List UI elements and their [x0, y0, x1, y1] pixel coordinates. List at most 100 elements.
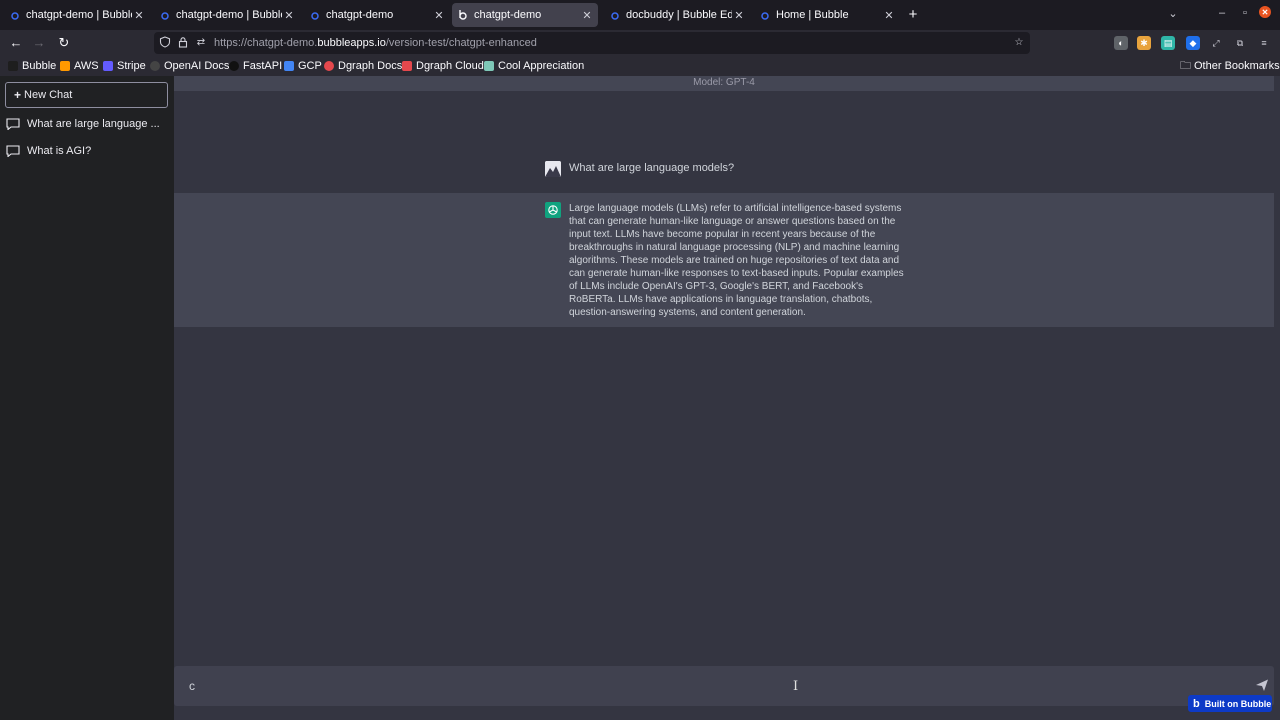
other-bookmarks[interactable]: 🗀 Other Bookmarks [1180, 59, 1280, 73]
permissions-icon[interactable]: ⇄ [194, 36, 208, 50]
conversation-label: What are large language ... [27, 118, 160, 130]
extension-icon[interactable]: ⤢ [1209, 36, 1223, 50]
bubble-favicon-icon [160, 10, 170, 20]
bookmark-label: Cool Appreciation [498, 60, 585, 72]
conversation-label: What is AGI? [27, 145, 92, 157]
bookmark-item[interactable]: Cool Appreciation [484, 59, 584, 73]
tracking-shield-icon[interactable] [158, 36, 172, 50]
tab-label: Home | Bubble [776, 9, 849, 21]
other-bookmarks-label: Other Bookmarks [1194, 60, 1280, 72]
bookmark-label: OpenAI Docs [164, 60, 230, 72]
bookmark-item[interactable]: Stripe [103, 59, 146, 73]
chat-bubble-icon [6, 145, 20, 157]
built-on-bubble-badge[interactable]: b Built on Bubble [1188, 695, 1272, 712]
send-icon[interactable] [1255, 678, 1269, 692]
menu-hamburger-icon[interactable]: ≡ [1257, 36, 1271, 50]
address-bar[interactable]: ⇄ https://chatgpt-demo.bubbleapps.io/ver… [154, 32, 1030, 54]
message-input-value[interactable]: c [189, 679, 195, 693]
bookmark-label: Dgraph Cloud [416, 60, 484, 72]
bubble-favicon-icon [610, 10, 620, 20]
maximize-window-icon[interactable]: ▫ [1237, 7, 1253, 19]
bookmark-favicon-icon [150, 61, 160, 71]
browser-tab[interactable]: chatgpt-demo | Bubble Ed ✕ [154, 3, 300, 27]
plus-icon: + [14, 88, 22, 102]
bookmark-label: Stripe [117, 60, 146, 72]
bookmark-item[interactable]: Bubble [8, 59, 56, 73]
bookmark-item[interactable]: FastAPI [229, 59, 282, 73]
browser-tab[interactable]: Home | Bubble ✕ [754, 3, 900, 27]
bookmark-favicon-icon [402, 61, 412, 71]
bookmark-label: FastAPI [243, 60, 283, 72]
extensions-puzzle-icon[interactable]: ⧉ [1233, 36, 1247, 50]
user-avatar [545, 161, 561, 177]
openai-logo-icon [545, 202, 561, 218]
bookmark-label: Bubble [22, 60, 57, 72]
conversation-item[interactable]: What are large language ... [6, 114, 166, 134]
extension-icon[interactable]: ✱ [1137, 36, 1151, 50]
text-cursor-icon: I [793, 679, 799, 694]
bookmark-favicon-icon [60, 61, 70, 71]
bookmark-item[interactable]: Dgraph Cloud [402, 59, 484, 73]
bookmark-favicon-icon [284, 61, 294, 71]
bookmarks-bar: Bubble AWS Stripe OpenAI Docs FastAPI GC… [0, 56, 1280, 76]
back-icon[interactable]: ← [7, 35, 25, 51]
bookmark-item[interactable]: Dgraph Docs [324, 59, 402, 73]
extension-icon[interactable]: ▤ [1161, 36, 1175, 50]
close-tab-icon[interactable]: ✕ [732, 9, 746, 22]
tab-list-chevron-icon[interactable]: ⌄ [1165, 7, 1181, 20]
user-message-text: What are large language models? [569, 162, 735, 174]
folder-icon: 🗀 [1180, 59, 1191, 72]
browser-tab-active[interactable]: chatgpt-demo ✕ [452, 3, 598, 27]
chat-area: Model: GPT-4 What are large language mod… [174, 76, 1280, 720]
bookmark-label: GCP [298, 60, 322, 72]
browser-tab[interactable]: chatgpt-demo | Bubble Ed ✕ [4, 3, 150, 27]
tab-label: chatgpt-demo [326, 9, 394, 21]
bookmark-star-icon[interactable]: ☆ [1012, 36, 1026, 50]
new-chat-button[interactable]: + New Chat [5, 82, 168, 108]
close-tab-icon[interactable]: ✕ [132, 9, 146, 22]
extension-icon[interactable]: ◆ [1186, 36, 1200, 50]
url-text[interactable]: https://chatgpt-demo.bubbleapps.io/versi… [214, 37, 537, 49]
tab-label: chatgpt-demo | Bubble Ed [176, 9, 282, 21]
bookmark-item[interactable]: AWS [60, 59, 99, 73]
bookmark-favicon-icon [484, 61, 494, 71]
bubble-favicon-icon [310, 10, 320, 20]
bookmark-favicon-icon [103, 61, 113, 71]
bookmark-item[interactable]: GCP [284, 59, 322, 73]
close-tab-icon[interactable]: ✕ [882, 9, 896, 22]
reload-icon[interactable]: ↻ [55, 35, 73, 51]
close-tab-icon[interactable]: ✕ [282, 9, 296, 22]
conversation-item[interactable]: What is AGI? [6, 141, 166, 161]
browser-tab-bar: chatgpt-demo | Bubble Ed ✕ chatgpt-demo … [0, 0, 1280, 30]
browser-tab[interactable]: chatgpt-demo ✕ [304, 3, 450, 27]
bookmark-favicon-icon [229, 61, 239, 71]
lock-icon[interactable] [176, 36, 190, 50]
bubble-logo-icon: b [1193, 697, 1200, 710]
new-chat-label: New Chat [24, 89, 73, 101]
sidebar: + New Chat What are large language ... W… [0, 76, 174, 720]
bookmark-favicon-icon [8, 61, 18, 71]
browser-nav-bar: ← → ↻ ⇄ https://chatgpt-demo.bubbleapps.… [0, 30, 1280, 56]
tab-label: chatgpt-demo | Bubble Ed [26, 9, 132, 21]
chat-bubble-icon [6, 118, 20, 130]
browser-tab[interactable]: docbuddy | Bubble Editor ✕ [604, 3, 750, 27]
close-window-icon[interactable] [1257, 6, 1273, 21]
tab-label: chatgpt-demo [474, 9, 542, 21]
minimize-window-icon[interactable]: – [1214, 7, 1230, 19]
assistant-message-text: Large language models (LLMs) refer to ar… [569, 203, 904, 318]
tab-label: docbuddy | Bubble Editor [626, 9, 732, 21]
extension-icon[interactable]: ◐ [1114, 36, 1128, 50]
bookmark-label: Dgraph Docs [338, 60, 403, 72]
bubble-favicon-icon [458, 10, 468, 20]
bubble-favicon-icon [10, 10, 20, 20]
bookmark-item[interactable]: OpenAI Docs [150, 59, 229, 73]
forward-icon[interactable]: → [30, 35, 48, 51]
badge-label: Built on Bubble [1204, 698, 1272, 709]
close-tab-icon[interactable]: ✕ [580, 9, 594, 22]
message-input[interactable]: c I [174, 666, 1274, 706]
model-label: Model: GPT-4 [174, 76, 1274, 91]
close-tab-icon[interactable]: ✕ [432, 9, 446, 22]
bookmark-label: AWS [74, 60, 99, 72]
bookmark-favicon-icon [324, 61, 334, 71]
new-tab-icon[interactable]: + [904, 6, 922, 24]
